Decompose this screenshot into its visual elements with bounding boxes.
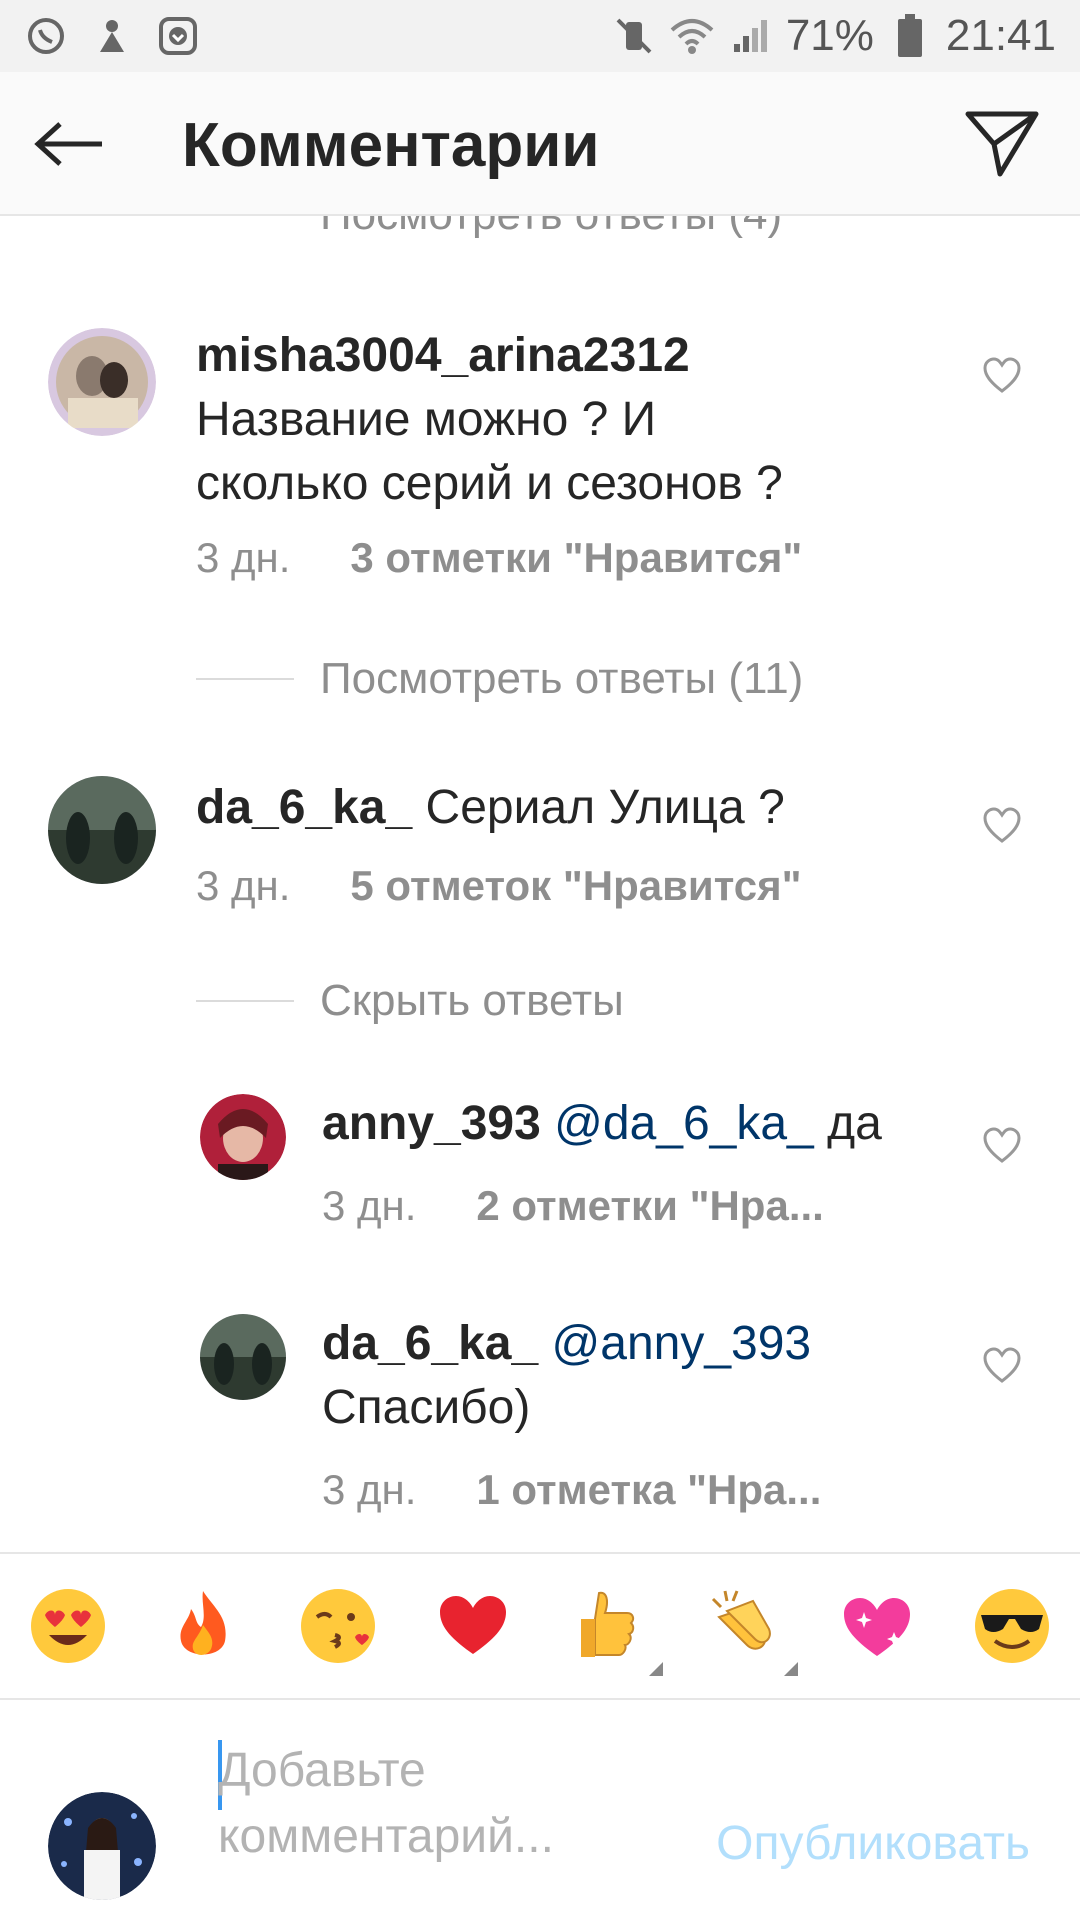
- heart-eyes-emoji-icon[interactable]: [28, 1586, 108, 1666]
- comment-meta: 3 дн. 3 отметки "Нравится": [196, 534, 802, 582]
- whatsapp-icon: [24, 14, 68, 58]
- wifi-icon: [670, 14, 714, 58]
- page-title: Комментарии: [182, 111, 600, 180]
- likes-count-link[interactable]: 5 отметок "Нравится": [350, 862, 801, 910]
- comment-text-line1: Название можно ? И: [196, 393, 657, 446]
- heart-icon[interactable]: [982, 356, 1022, 396]
- comment-input-bar: Добавьте комментарий... Опубликовать: [0, 1700, 1080, 1920]
- comments-list: Посмотреть ответы (4) misha3004_arina231…: [0, 216, 1080, 1552]
- likes-count-link[interactable]: 3 отметки "Нравится": [350, 534, 802, 582]
- thumbs-up-emoji-icon[interactable]: [567, 1586, 664, 1676]
- mention-link[interactable]: @da_6_ka_: [554, 1097, 814, 1150]
- signal-icon: [728, 14, 772, 58]
- status-bar: 71% 21:41: [0, 0, 1080, 72]
- reply-meta: 3 дн. 1 отметка "Нра...: [322, 1466, 821, 1514]
- back-arrow-icon[interactable]: [30, 108, 110, 180]
- clock: 21:41: [945, 11, 1056, 60]
- avatar[interactable]: [200, 1094, 286, 1180]
- avatar[interactable]: [48, 776, 156, 884]
- skin-tone-indicator-icon: [649, 1662, 664, 1676]
- skin-tone-indicator-icon: [784, 1662, 799, 1676]
- reply-username[interactable]: da_6_ka_: [322, 1317, 538, 1370]
- reply-username[interactable]: anny_393: [322, 1097, 541, 1150]
- comment-time: 3 дн.: [196, 534, 291, 581]
- comment-username[interactable]: da_6_ka_: [196, 781, 412, 834]
- avatar[interactable]: [48, 328, 156, 436]
- placeholder-line1: Добавьте: [218, 1744, 426, 1797]
- view-replies-label: Посмотреть ответы (4): [320, 216, 782, 240]
- publish-button[interactable]: Опубликовать: [716, 1816, 1030, 1871]
- reply-text: Спасибо): [322, 1381, 531, 1434]
- comment-text: Сериал Улица ?: [425, 781, 785, 834]
- likes-count-link[interactable]: 2 отметки "Нра...: [476, 1182, 823, 1230]
- heart-icon[interactable]: [982, 1346, 1022, 1386]
- clapping-hands-emoji-icon[interactable]: [702, 1586, 799, 1676]
- comment-text-line2: сколько серий и сезонов ?: [196, 457, 783, 510]
- comment-meta: 3 дн. 5 отметок "Нравится": [196, 862, 802, 910]
- direct-send-icon[interactable]: [960, 102, 1044, 186]
- avatar[interactable]: [200, 1314, 286, 1400]
- reply-text: да: [827, 1097, 882, 1150]
- hide-replies-button[interactable]: Скрыть ответы: [196, 976, 624, 1026]
- reply-time: 3 дн.: [322, 1182, 417, 1229]
- app-header: Комментарии: [0, 72, 1080, 216]
- view-replies-label: Посмотреть ответы (11): [320, 654, 804, 703]
- heart-icon[interactable]: [982, 806, 1022, 846]
- red-heart-emoji-icon[interactable]: [433, 1586, 513, 1666]
- sparkling-heart-emoji-icon[interactable]: [837, 1586, 917, 1666]
- placeholder-line2: комментарий...: [218, 1810, 554, 1863]
- likes-count-link[interactable]: 1 отметка "Нра...: [476, 1466, 821, 1514]
- sunglasses-face-emoji-icon[interactable]: [972, 1586, 1052, 1666]
- reply-time: 3 дн.: [322, 1466, 417, 1513]
- reply-meta: 3 дн. 2 отметки "Нра...: [322, 1182, 824, 1230]
- hide-replies-label: Скрыть ответы: [320, 976, 624, 1025]
- view-replies-button[interactable]: Посмотреть ответы (11): [196, 654, 803, 704]
- comment-input[interactable]: Добавьте комментарий...: [218, 1738, 638, 1870]
- divider-line: [196, 678, 294, 680]
- emoji-quick-bar: [0, 1552, 1080, 1700]
- comment-username[interactable]: misha3004_arina2312: [196, 329, 690, 382]
- battery-percent: 71%: [785, 11, 874, 60]
- mention-link[interactable]: @anny_393: [552, 1317, 812, 1370]
- comment-time: 3 дн.: [196, 862, 291, 909]
- vibrate-mute-icon: [612, 14, 656, 58]
- avatar: [48, 1792, 156, 1900]
- view-replies-button[interactable]: Посмотреть ответы (4): [196, 216, 782, 240]
- battery-icon: [888, 14, 932, 58]
- heart-icon[interactable]: [982, 1126, 1022, 1166]
- notification-app-icon: [90, 14, 134, 58]
- divider-line: [196, 1000, 294, 1002]
- fire-emoji-icon[interactable]: [163, 1586, 243, 1666]
- download-icon: [156, 14, 200, 58]
- kissing-face-emoji-icon[interactable]: [298, 1586, 378, 1666]
